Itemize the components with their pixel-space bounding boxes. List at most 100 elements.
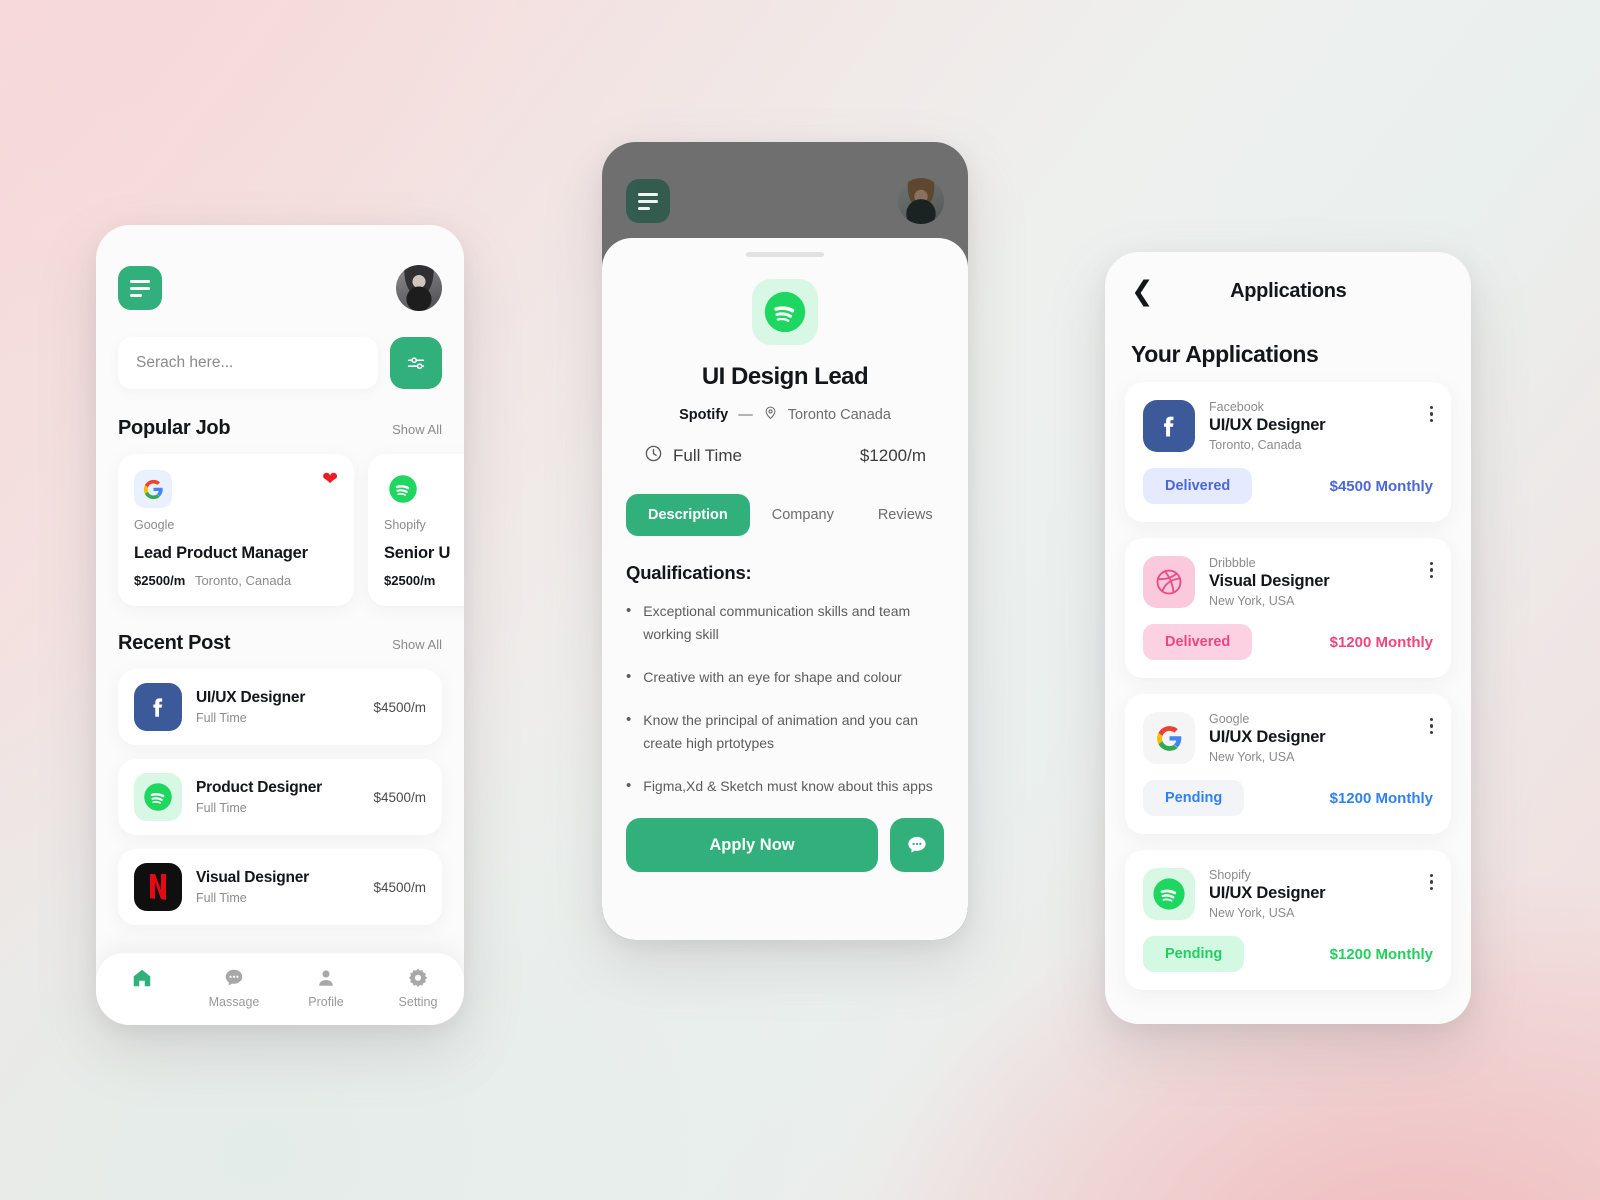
page-title: UI Design Lead (701, 363, 869, 390)
list-item[interactable]: Product Designer Full Time $4500/m (118, 759, 442, 835)
tab-reviews[interactable]: Reviews (856, 494, 955, 536)
clock-icon (644, 444, 663, 468)
job-card-company: Shopify (384, 518, 426, 532)
application-location: New York, USA (1209, 906, 1295, 920)
bullet-icon: • (626, 777, 632, 794)
qualification-text: Exceptional communication skills and tea… (643, 603, 911, 642)
application-card-bottom: Delivered $4500 Monthly (1143, 468, 1433, 504)
kebab-menu-icon[interactable] (1429, 400, 1433, 423)
status-badge: Pending (1143, 780, 1245, 816)
post-title: Visual Designer (196, 869, 310, 886)
application-company: Shopify (1209, 868, 1251, 882)
popular-job-header: Popular Job Show All (96, 389, 464, 440)
sheet-grabber[interactable] (746, 252, 824, 257)
hamburger-menu-icon[interactable] (626, 179, 670, 223)
popular-show-all-link[interactable]: Show All (392, 422, 442, 437)
application-card[interactable]: Dribbble Visual Designer New York, USA D… (1125, 538, 1451, 678)
status-badge: Delivered (1143, 624, 1253, 660)
job-card-location: Toronto, Canada (194, 573, 292, 588)
section-title: Your Applications (1131, 341, 1319, 367)
search-input[interactable] (118, 337, 378, 389)
popular-job-title: Popular Job (118, 417, 231, 439)
user-avatar[interactable] (396, 265, 442, 311)
spotify-logo (1143, 868, 1195, 920)
job-card-top (384, 470, 464, 508)
detail-location: Toronto Canada (787, 406, 891, 423)
post-title: Product Designer (196, 779, 322, 796)
detail-tabs: Description Company Reviews (626, 494, 944, 536)
detail-type-pay: Full Time $1200/m (626, 444, 944, 468)
list-item: • Figma,Xd & Sketch must know about this… (626, 775, 944, 798)
application-company: Dribbble (1209, 556, 1256, 570)
list-item-text: UI/UX Designer Full Time (196, 689, 359, 725)
user-avatar[interactable] (898, 178, 944, 224)
hamburger-menu-icon[interactable] (118, 266, 162, 310)
qualification-text: Figma,Xd & Sketch must know about this a… (643, 778, 933, 794)
applications-list: Facebook UI/UX Designer Toronto, Canada … (1105, 368, 1471, 990)
tab-setting[interactable]: Setting (372, 967, 464, 1009)
kebab-menu-icon[interactable] (1429, 712, 1433, 735)
application-company: Google (1209, 712, 1250, 726)
popular-job-list[interactable]: ❤ Google Lead Product Manager $2500/m To… (96, 440, 464, 606)
list-item[interactable]: Visual Designer Full Time $4500/m (118, 849, 442, 925)
tab-profile[interactable]: Profile (280, 967, 372, 1009)
tab-massage[interactable]: Massage (188, 967, 280, 1009)
heart-filled-icon[interactable]: ❤ (322, 470, 338, 489)
job-card-top: ❤ (134, 470, 338, 508)
search-row (96, 311, 464, 389)
qualification-text: Creative with an eye for shape and colou… (643, 669, 902, 685)
kebab-menu-icon[interactable] (1429, 868, 1433, 891)
qualification-text: Know the principal of animation and you … (643, 712, 918, 751)
chevron-left-icon[interactable]: ❮ (1131, 278, 1154, 305)
bullet-icon: • (626, 711, 632, 728)
spotify-logo (752, 279, 818, 345)
dribbble-logo (1143, 556, 1195, 608)
facebook-logo (134, 683, 182, 731)
application-pay: $1200 Monthly (1329, 633, 1433, 651)
job-card-pay: $2500/m (384, 573, 436, 588)
chat-bubble-icon[interactable] (890, 818, 944, 872)
post-pay: $4500/m (373, 789, 426, 805)
application-location: New York, USA (1209, 750, 1295, 764)
job-card-pay: $2500/m (134, 573, 186, 588)
job-card[interactable]: ❤ Google Lead Product Manager $2500/m To… (118, 454, 354, 606)
tab-description[interactable]: Description (626, 494, 750, 536)
location-pin-icon (763, 405, 778, 424)
post-pay: $4500/m (373, 879, 426, 895)
application-card[interactable]: Google UI/UX Designer New York, USA Pend… (1125, 694, 1451, 834)
list-item: • Know the principal of animation and yo… (626, 709, 944, 755)
tab-home[interactable] (96, 967, 188, 995)
home-screen-phone: Popular Job Show All ❤ Google Lead Produ… (96, 225, 464, 1025)
apply-now-button[interactable]: Apply Now (626, 818, 878, 872)
post-title: UI/UX Designer (196, 689, 306, 706)
tab-company[interactable]: Company (750, 494, 856, 536)
page-title: Applications (1230, 280, 1347, 302)
application-info: Facebook UI/UX Designer Toronto, Canada (1209, 400, 1416, 452)
list-item-text: Visual Designer Full Time (196, 869, 359, 905)
application-info: Dribbble Visual Designer New York, USA (1209, 556, 1416, 608)
job-detail-phone: UI Design Lead Spotify — Toronto Canada … (602, 142, 968, 940)
application-location: Toronto, Canada (1209, 438, 1302, 452)
spotify-logo (384, 470, 422, 508)
filter-sliders-icon[interactable] (390, 337, 442, 389)
tab-profile-label: Profile (308, 995, 344, 1009)
applications-phone: ❮ Applications Your Applications Faceboo… (1105, 252, 1471, 1024)
job-card[interactable]: Shopify Senior U $2500/m (368, 454, 464, 606)
application-location: New York, USA (1209, 594, 1295, 608)
detail-company: Spotify (679, 406, 729, 423)
qualifications-list: • Exceptional communication skills and t… (626, 600, 944, 798)
detail-pay: $1200/m (859, 446, 926, 465)
application-card[interactable]: Facebook UI/UX Designer Toronto, Canada … (1125, 382, 1451, 522)
job-card-meta: $2500/m Toronto, Canada (134, 573, 338, 588)
recent-post-title: Recent Post (118, 632, 231, 654)
application-card[interactable]: Shopify UI/UX Designer New York, USA Pen… (1125, 850, 1451, 990)
post-type: Full Time (196, 891, 247, 905)
list-item[interactable]: UI/UX Designer Full Time $4500/m (118, 669, 442, 745)
kebab-menu-icon[interactable] (1429, 556, 1433, 579)
application-info: Shopify UI/UX Designer New York, USA (1209, 868, 1416, 920)
job-detail-sheet: UI Design Lead Spotify — Toronto Canada … (602, 238, 968, 940)
recent-show-all-link[interactable]: Show All (392, 637, 442, 652)
recent-post-header: Recent Post Show All (96, 606, 464, 655)
spotify-logo (134, 773, 182, 821)
netflix-logo (134, 863, 182, 911)
